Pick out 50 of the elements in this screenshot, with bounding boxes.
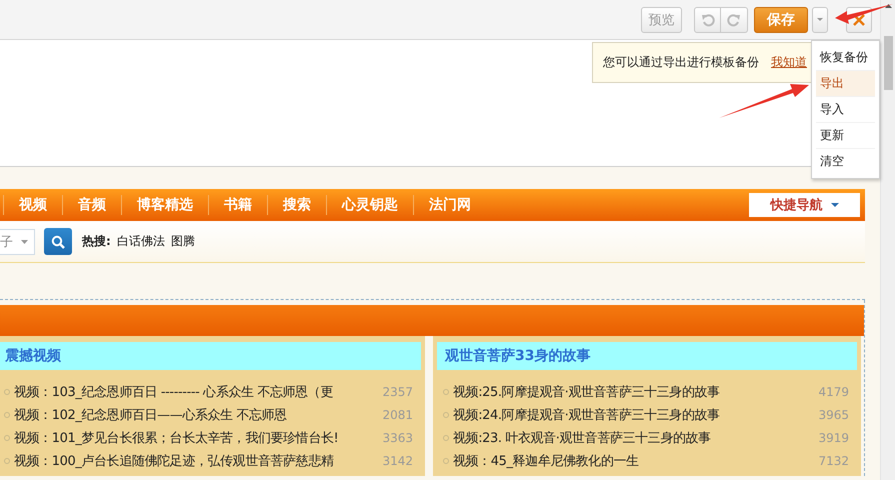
view-count: 7132 xyxy=(818,454,849,468)
hot-search-label: 热搜: xyxy=(82,233,111,250)
hot-search-link[interactable]: 白话佛法 xyxy=(116,233,165,250)
view-count: 4179 xyxy=(818,384,849,398)
bullet-icon xyxy=(443,412,449,418)
quick-nav-button[interactable]: 快捷导航 xyxy=(749,193,860,217)
bullet-icon xyxy=(443,388,449,394)
video-link[interactable]: 视频：100_卢台长追随佛陀足迹，弘传观世音菩萨慈悲精 xyxy=(14,452,334,470)
scrollbar-thumb[interactable] xyxy=(884,36,892,90)
search-button[interactable] xyxy=(44,228,72,255)
view-count: 3919 xyxy=(818,430,849,444)
video-link[interactable]: 视频:24.阿摩提观音·观世音菩萨三十三身的故事 xyxy=(453,406,720,424)
menu-item[interactable]: 清空 xyxy=(816,149,875,174)
category-select[interactable]: 子 xyxy=(0,228,35,254)
video-link[interactable]: 视频：103_纪念恩师百日 --------- 心系众生 不忘师恩（更 xyxy=(14,382,333,400)
caret-icon xyxy=(830,203,838,207)
video-link[interactable]: 视频:25.阿摩提观音·观世音菩萨三十三身的故事 xyxy=(453,382,720,400)
undo-button[interactable] xyxy=(694,6,721,32)
menu-item[interactable]: 更新 xyxy=(816,123,875,149)
video-link[interactable]: 视频:23. 叶衣观音·观世音菩萨三十三身的故事 xyxy=(453,428,711,446)
hot-search-link[interactable]: 图腾 xyxy=(170,233,195,250)
video-link[interactable]: 视频：101_梦见台长很累；台长太辛苦，我们要珍惜台长! xyxy=(14,428,338,446)
redo-button[interactable] xyxy=(721,6,748,32)
view-count: 3965 xyxy=(818,408,849,422)
video-link[interactable]: 视频：102_纪念恩师百日——心系众生 不忘师恩 xyxy=(14,406,287,424)
bullet-icon xyxy=(4,388,10,394)
bullet-icon xyxy=(443,458,449,464)
menu-item[interactable]: 导出 xyxy=(816,71,875,97)
search-icon xyxy=(51,234,65,248)
caret-icon xyxy=(21,240,28,244)
view-count: 2357 xyxy=(382,384,413,398)
dismiss-link[interactable]: 我知道 xyxy=(771,54,807,71)
video-link[interactable]: 视频：45_释迦牟尼佛教化的一生 xyxy=(453,452,639,470)
bullet-icon xyxy=(443,434,449,440)
bullet-icon xyxy=(4,412,10,418)
view-count: 2081 xyxy=(382,408,413,422)
undo-icon xyxy=(700,12,714,26)
view-count: 3363 xyxy=(382,430,413,444)
bullet-icon xyxy=(4,458,10,464)
caret-icon xyxy=(817,18,823,21)
close-icon xyxy=(853,14,865,26)
panel-title: 观世音菩萨33身的故事 xyxy=(437,342,857,370)
bullet-icon xyxy=(4,434,10,440)
redo-icon xyxy=(727,12,741,26)
annotation-arrow xyxy=(833,4,895,26)
dropdown-button[interactable] xyxy=(812,6,828,32)
panel-title: 震撼视频 xyxy=(0,342,421,370)
view-count: 3142 xyxy=(382,454,413,468)
notice-text: 您可以通过导出进行模板备份 xyxy=(603,54,759,71)
menu-item[interactable]: 导入 xyxy=(816,97,875,123)
